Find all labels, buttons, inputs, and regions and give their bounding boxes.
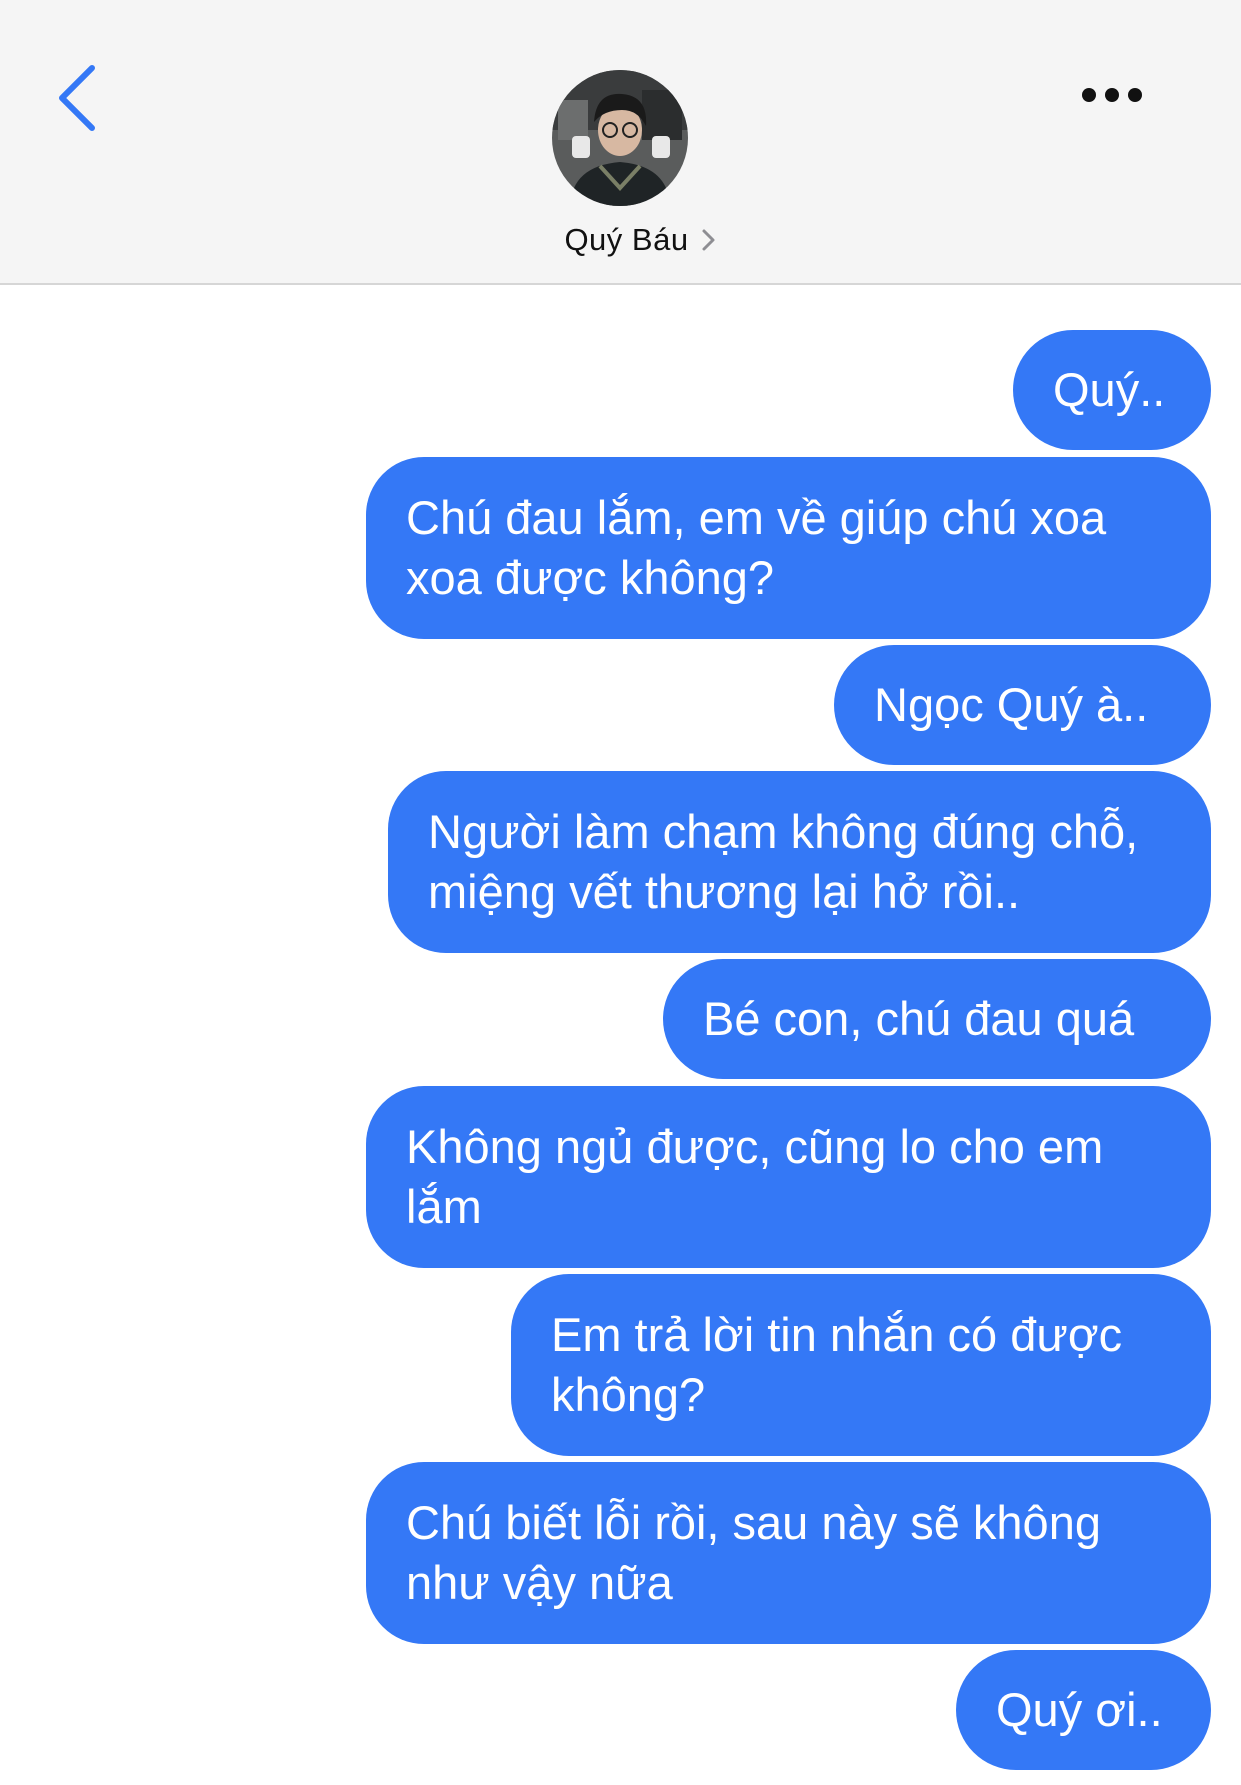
contact-avatar[interactable]: [552, 70, 688, 206]
chevron-right-icon: [702, 229, 715, 251]
message-bubble[interactable]: Chú biết lỗi rồi, sau này sẽ không như v…: [366, 1462, 1211, 1644]
ellipsis-icon: [1082, 88, 1142, 102]
contact-name: Quý Báu: [564, 222, 689, 257]
contact-name-button[interactable]: Quý Báu: [0, 218, 1241, 262]
message-bubble[interactable]: Chú đau lắm, em về giúp chú xoa xoa được…: [366, 457, 1211, 639]
message-bubble[interactable]: Quý ơi..: [956, 1650, 1211, 1770]
chevron-left-icon: [59, 65, 95, 131]
back-button[interactable]: [50, 58, 110, 138]
message-bubble[interactable]: Ngọc Quý à..: [834, 645, 1211, 765]
message-bubble[interactable]: Bé con, chú đau quá: [663, 959, 1211, 1079]
more-options-button[interactable]: [1070, 70, 1170, 120]
conversation-header: Quý Báu: [0, 0, 1241, 285]
message-bubble[interactable]: Em trả lời tin nhắn có được không?: [511, 1274, 1211, 1456]
message-bubble[interactable]: Quý..: [1013, 330, 1211, 450]
avatar-photo: [552, 70, 688, 206]
message-bubble[interactable]: Không ngủ được, cũng lo cho em lắm: [366, 1086, 1211, 1268]
message-bubble[interactable]: Người làm chạm không đúng chỗ, miệng vết…: [388, 771, 1211, 953]
